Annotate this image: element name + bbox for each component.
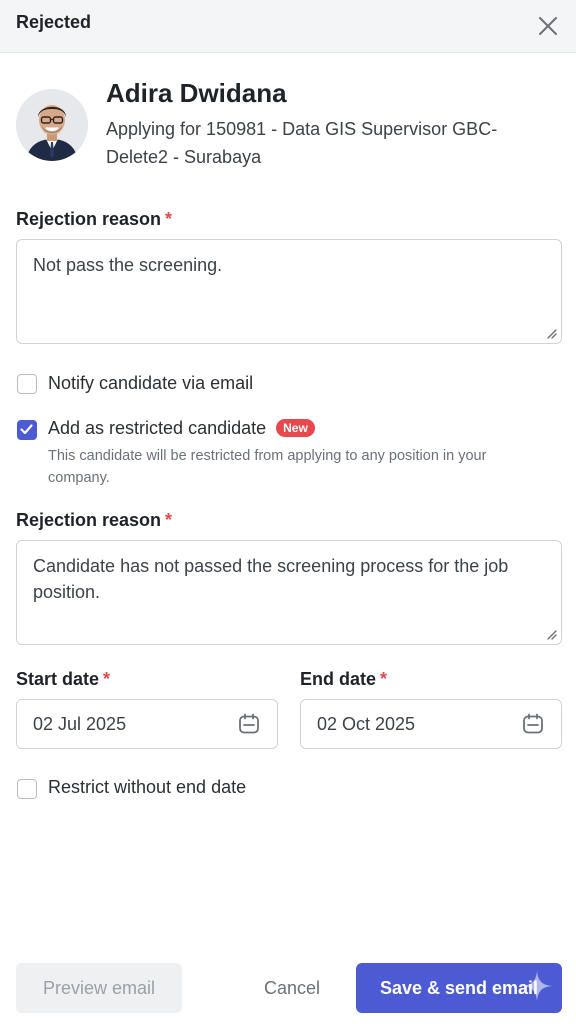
required-mark: * — [380, 669, 388, 689]
save-send-email-button[interactable]: Save & send email — [356, 963, 562, 1013]
restricted-candidate-label-row: Add as restricted candidate New — [48, 418, 315, 439]
restricted-candidate-label: Add as restricted candidate — [48, 418, 267, 438]
close-icon — [539, 17, 557, 35]
restriction-reason-value: Candidate has not passed the screening p… — [33, 556, 509, 602]
calendar-icon[interactable] — [237, 712, 261, 736]
cancel-button[interactable]: Cancel — [246, 963, 338, 1013]
rejection-reason-label: Rejection reason * — [16, 209, 172, 230]
modal-header: Rejected — [0, 0, 576, 53]
save-send-email-label: Save & send email — [379, 977, 539, 998]
start-date-value: 02 Jul 2025 — [33, 713, 127, 734]
preview-email-button[interactable]: Preview email — [16, 963, 182, 1013]
modal-title: Rejected — [16, 12, 92, 32]
no-end-date-checkbox[interactable] — [17, 779, 37, 799]
new-badge: New — [276, 419, 315, 437]
start-date-input[interactable]: 02 Jul 2025 — [16, 699, 278, 749]
resize-grip-icon[interactable] — [545, 327, 557, 339]
restricted-candidate-checkbox[interactable] — [17, 420, 37, 440]
calendar-icon[interactable] — [521, 712, 545, 736]
rejection-reason-textarea[interactable]: Not pass the screening. — [16, 239, 562, 344]
start-date-label-text: Start date — [16, 669, 100, 689]
required-mark: * — [165, 209, 173, 229]
close-button[interactable] — [534, 12, 562, 40]
rejection-reason-label-text: Rejection reason — [16, 209, 162, 229]
restriction-reason-textarea[interactable]: Candidate has not passed the screening p… — [16, 540, 562, 645]
restricted-helper-text: This candidate will be restricted from a… — [48, 448, 487, 486]
end-date-label: End date * — [300, 669, 387, 690]
checkmark-icon — [20, 424, 33, 435]
notify-candidate-checkbox[interactable] — [17, 374, 37, 394]
candidate-name: Adira Dwidana — [106, 78, 287, 108]
candidate-avatar — [16, 89, 88, 161]
end-date-label-text: End date — [300, 669, 377, 689]
end-date-input[interactable]: 02 Oct 2025 — [300, 699, 562, 749]
start-date-label: Start date * — [16, 669, 110, 690]
rejection-reason-value: Not pass the screening. — [33, 255, 223, 275]
required-mark: * — [165, 510, 173, 530]
candidate-applying-position: Applying for 150981 - Data GIS Superviso… — [106, 119, 498, 167]
end-date-value: 02 Oct 2025 — [317, 713, 416, 734]
resize-grip-icon[interactable] — [545, 628, 557, 640]
no-end-date-label: Restrict without end date — [48, 777, 247, 797]
required-mark: * — [103, 669, 111, 689]
notify-candidate-label: Notify candidate via email — [48, 373, 254, 393]
restriction-reason-label: Rejection reason * — [16, 510, 172, 531]
restriction-reason-label-text: Rejection reason — [16, 510, 162, 530]
